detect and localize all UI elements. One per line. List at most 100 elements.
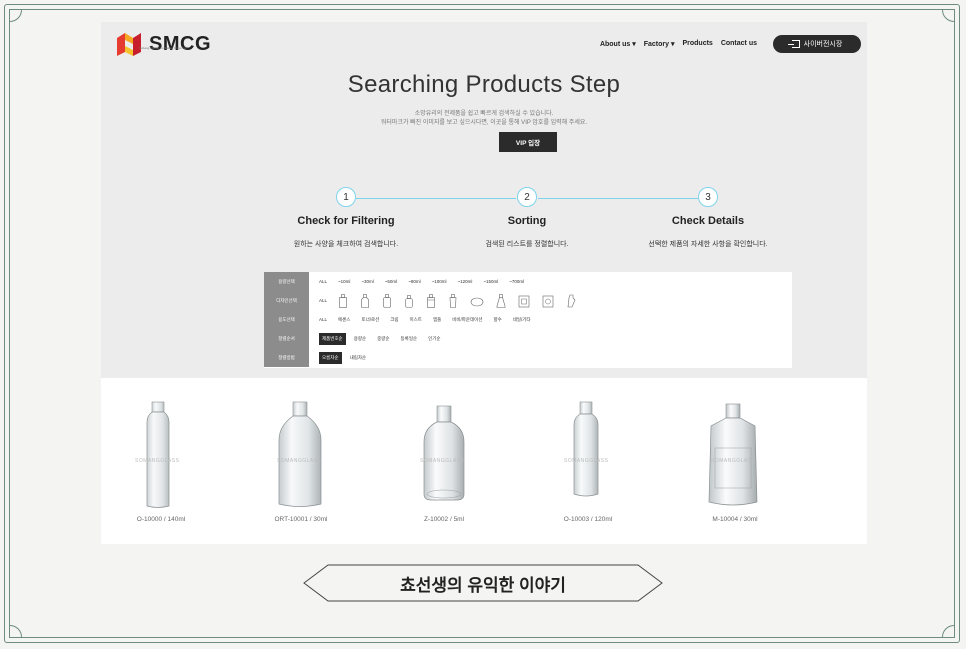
capacity-option[interactable]: ALL — [319, 279, 327, 284]
design-bottle-icon[interactable] — [382, 293, 392, 308]
product-image — [573, 401, 599, 497]
frame-corner — [10, 625, 22, 637]
capacity-option[interactable]: ~50ml — [385, 279, 397, 284]
step-connector — [538, 198, 698, 199]
site-header: SMCG Sobang Myeon Container Glass Co. Ab… — [101, 22, 867, 66]
usage-option[interactable]: 비비/파운데이션 — [452, 317, 482, 323]
hero-description-1: 소망유리의 전제품을 쉽고 빠르게 검색하실 수 있습니다. — [414, 111, 554, 117]
design-bottle-icon[interactable] — [404, 294, 414, 308]
step-1-circle: 1 — [336, 187, 356, 207]
main-nav: About us ▾ Factory ▾ Products Contact us — [600, 40, 757, 48]
design-bottle-icon[interactable] — [496, 293, 506, 308]
usage-option[interactable]: 크림 — [390, 317, 398, 323]
cyber-showroom-label: 사이버전시장 — [803, 41, 843, 48]
usage-option[interactable]: 에센스 — [338, 317, 350, 323]
login-icon — [787, 40, 800, 48]
cyber-showroom-button[interactable]: 사이버전시장 — [773, 35, 861, 53]
capacity-option[interactable]: ~80ml — [408, 279, 420, 284]
product-watermark: SOMANGGLASS — [711, 458, 756, 464]
filter-label: 용도선택 — [264, 310, 309, 329]
brand-subtitle: Sobang Myeon Container Glass Co. — [139, 46, 188, 50]
product-watermark: SOMANGGLASS — [420, 458, 465, 464]
filter-row-capacity: 용량선택 ALL ~10ml ~30ml ~50ml ~80ml ~100ml … — [264, 272, 792, 291]
product-card[interactable]: SOMANGGLASS ORT-10001 / 30ml — [241, 378, 361, 544]
vip-button[interactable]: VIP 입장 — [499, 132, 557, 152]
product-watermark: SOMANGGLASS — [277, 458, 322, 464]
capacity-option[interactable]: ~150ml — [483, 279, 498, 284]
story-banner[interactable]: 쵸선생의 유익한 이야기 — [300, 561, 666, 605]
capacity-option[interactable]: ~10ml — [338, 279, 350, 284]
sort-option-selected[interactable]: 제품번호순 — [319, 332, 346, 345]
sort-option[interactable]: 등록일순 — [401, 336, 418, 342]
step-2-circle: 2 — [517, 187, 537, 207]
design-bottle-icon[interactable] — [360, 293, 370, 308]
filter-label: 디자인선택 — [264, 291, 309, 310]
product-watermark: SOMANGGLASS — [135, 458, 180, 464]
usage-option[interactable]: ALL — [319, 317, 327, 322]
design-bottle-icon[interactable] — [448, 293, 458, 308]
filter-label: 정렬순서 — [264, 329, 309, 348]
design-bottle-icon[interactable] — [518, 294, 530, 308]
product-image — [278, 401, 322, 507]
capacity-option[interactable]: ~100ml — [432, 279, 447, 284]
frame-corner — [10, 10, 22, 22]
brand-logo[interactable]: SMCG — [115, 30, 211, 58]
design-bottle-icon[interactable] — [426, 293, 436, 308]
nav-products[interactable]: Products — [682, 40, 712, 48]
usage-option[interactable]: 앰플 — [433, 317, 441, 323]
design-bottle-icon[interactable] — [542, 294, 554, 308]
sort-option[interactable]: 중량순 — [377, 336, 389, 342]
step-1-title: Check for Filtering — [297, 215, 395, 227]
usage-option[interactable]: 미스트 — [410, 317, 422, 323]
nav-contact[interactable]: Contact us — [721, 40, 757, 48]
product-card[interactable]: SOMANGGLASS Z-10002 / 5ml — [384, 378, 504, 544]
sort-option[interactable]: 용량순 — [354, 336, 366, 342]
capacity-option[interactable]: ~120ml — [457, 279, 472, 284]
product-image — [708, 403, 758, 506]
design-bottle-icon[interactable] — [338, 293, 348, 308]
product-card[interactable]: SOMANGGLASS O-10000 / 140ml — [101, 378, 221, 544]
product-label: M-10004 / 30ml — [712, 516, 758, 523]
step-3-title: Check Details — [671, 215, 745, 227]
usage-option[interactable]: 향수 — [493, 317, 501, 323]
product-card[interactable]: SOMANGGLASS O-10003 / 120ml — [528, 378, 648, 544]
page-title: Searching Products Step — [347, 71, 621, 98]
step-connector — [356, 198, 516, 199]
filter-row-method: 정렬방법 오름차순 내림차순 — [264, 348, 792, 367]
filter-row-usage: 용도선택 ALL 에센스 토너/로션 크림 미스트 앰플 비비/파운데이션 향수… — [264, 310, 792, 329]
usage-option[interactable]: 토너/로션 — [361, 317, 379, 323]
logo-icon — [117, 33, 141, 56]
filter-row-sort: 정렬순서 제품번호순 용량순 중량순 등록일순 인기순 — [264, 329, 792, 348]
product-grid: SOMANGGLASS O-10000 / 140ml SOMANGGLASS … — [101, 378, 867, 544]
step-3-circle: 3 — [698, 187, 718, 207]
method-option-selected[interactable]: 오름차순 — [319, 351, 342, 364]
nav-about[interactable]: About us ▾ — [600, 40, 636, 48]
product-watermark: SOMANGGLASS — [564, 458, 609, 464]
step-3-description: 선택한 제품의 자세한 사항을 확인합니다. — [648, 241, 768, 248]
step-2-description: 검색된 리스트를 정렬합니다. — [485, 241, 569, 248]
brand-name: SMCG — [149, 32, 211, 55]
design-option-all[interactable]: ALL — [319, 298, 327, 303]
hero-description-2: 워터마크가 빠진 이미지를 보고 싶으시다면, 이곳을 통해 VIP 암호를 입… — [380, 120, 588, 126]
method-option[interactable]: 내림차순 — [350, 355, 367, 361]
filter-panel: 용량선택 ALL ~10ml ~30ml ~50ml ~80ml ~100ml … — [264, 272, 792, 368]
product-card[interactable]: SOMANGGLASS M-10004 / 30ml — [675, 378, 795, 544]
sort-option[interactable]: 인기순 — [428, 336, 440, 342]
step-2-title: Sorting — [507, 215, 547, 227]
design-bottle-icon[interactable] — [470, 294, 484, 308]
design-bottle-icon[interactable] — [566, 294, 576, 308]
product-label: Z-10002 / 5ml — [423, 516, 465, 523]
filter-label: 용량선택 — [264, 272, 309, 291]
nav-factory[interactable]: Factory ▾ — [644, 40, 675, 48]
filter-row-design: 디자인선택 ALL — [264, 291, 792, 310]
capacity-option[interactable]: ~700ml — [509, 279, 524, 284]
frame-corner — [942, 10, 954, 22]
filter-label: 정렬방법 — [264, 348, 309, 367]
frame-corner — [942, 625, 954, 637]
product-image — [146, 401, 170, 508]
capacity-option[interactable]: ~30ml — [361, 279, 373, 284]
step-1-description: 원하는 사양을 체크하여 검색합니다. — [293, 241, 399, 248]
usage-option[interactable]: 네일/기타 — [513, 317, 531, 323]
product-label: O-10003 / 120ml — [563, 516, 613, 523]
website-screenshot: SMCG Sobang Myeon Container Glass Co. Ab… — [101, 22, 867, 544]
